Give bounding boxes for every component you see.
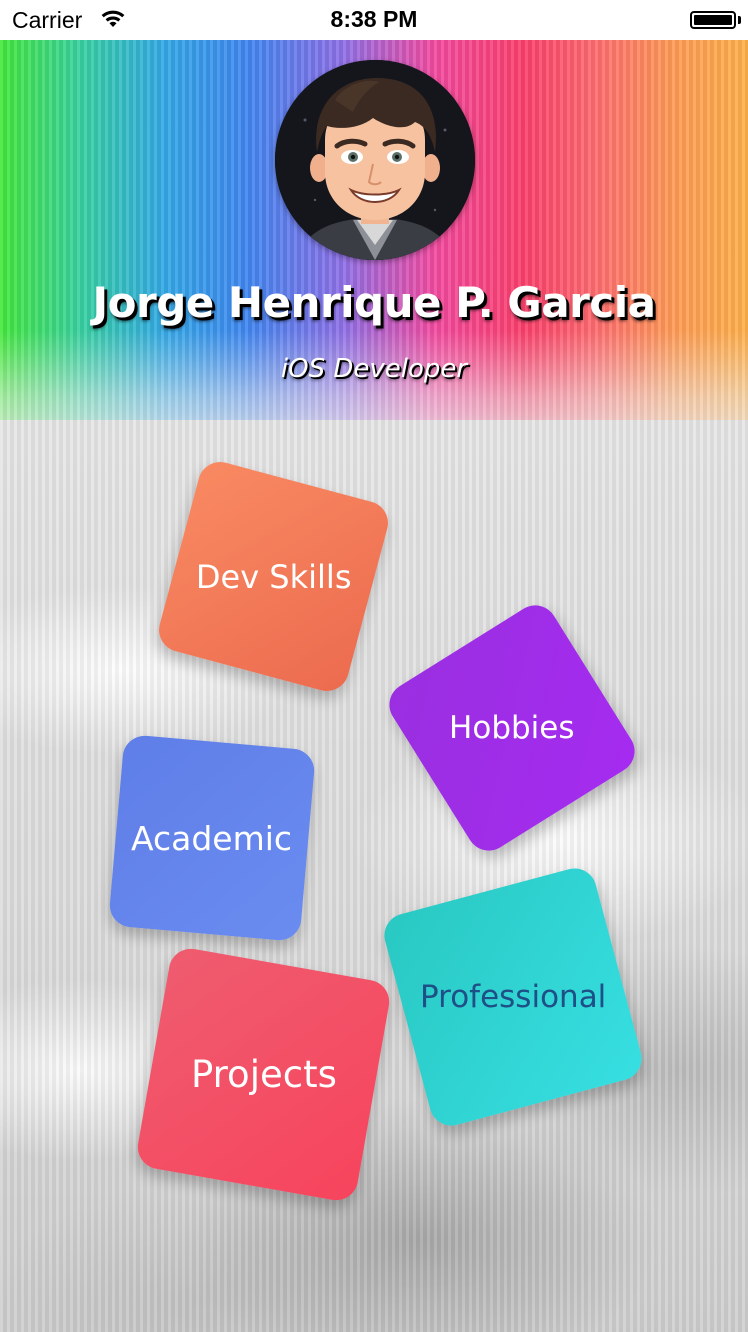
projects-label: Projects xyxy=(190,1053,337,1096)
profile-role: iOS Developer xyxy=(280,354,468,384)
avatar-portrait xyxy=(275,60,475,260)
hobbies-label: Hobbies xyxy=(449,710,575,746)
status-bar: Carrier 8:38 PM xyxy=(0,0,748,40)
battery-icon xyxy=(690,11,736,29)
clock-time: 8:38 PM xyxy=(330,6,418,32)
battery-fill xyxy=(694,15,732,25)
battery-tip xyxy=(738,16,741,24)
projects-button[interactable]: Projects xyxy=(134,945,393,1204)
profile-name: Jorge Henrique P. Garcia xyxy=(92,278,656,327)
avatar[interactable] xyxy=(275,60,475,260)
academic-button[interactable]: Academic xyxy=(107,733,317,943)
academic-label: Academic xyxy=(131,818,293,858)
professional-label: Professional xyxy=(419,979,607,1015)
dev-skills-label: Dev Skills xyxy=(195,557,352,596)
